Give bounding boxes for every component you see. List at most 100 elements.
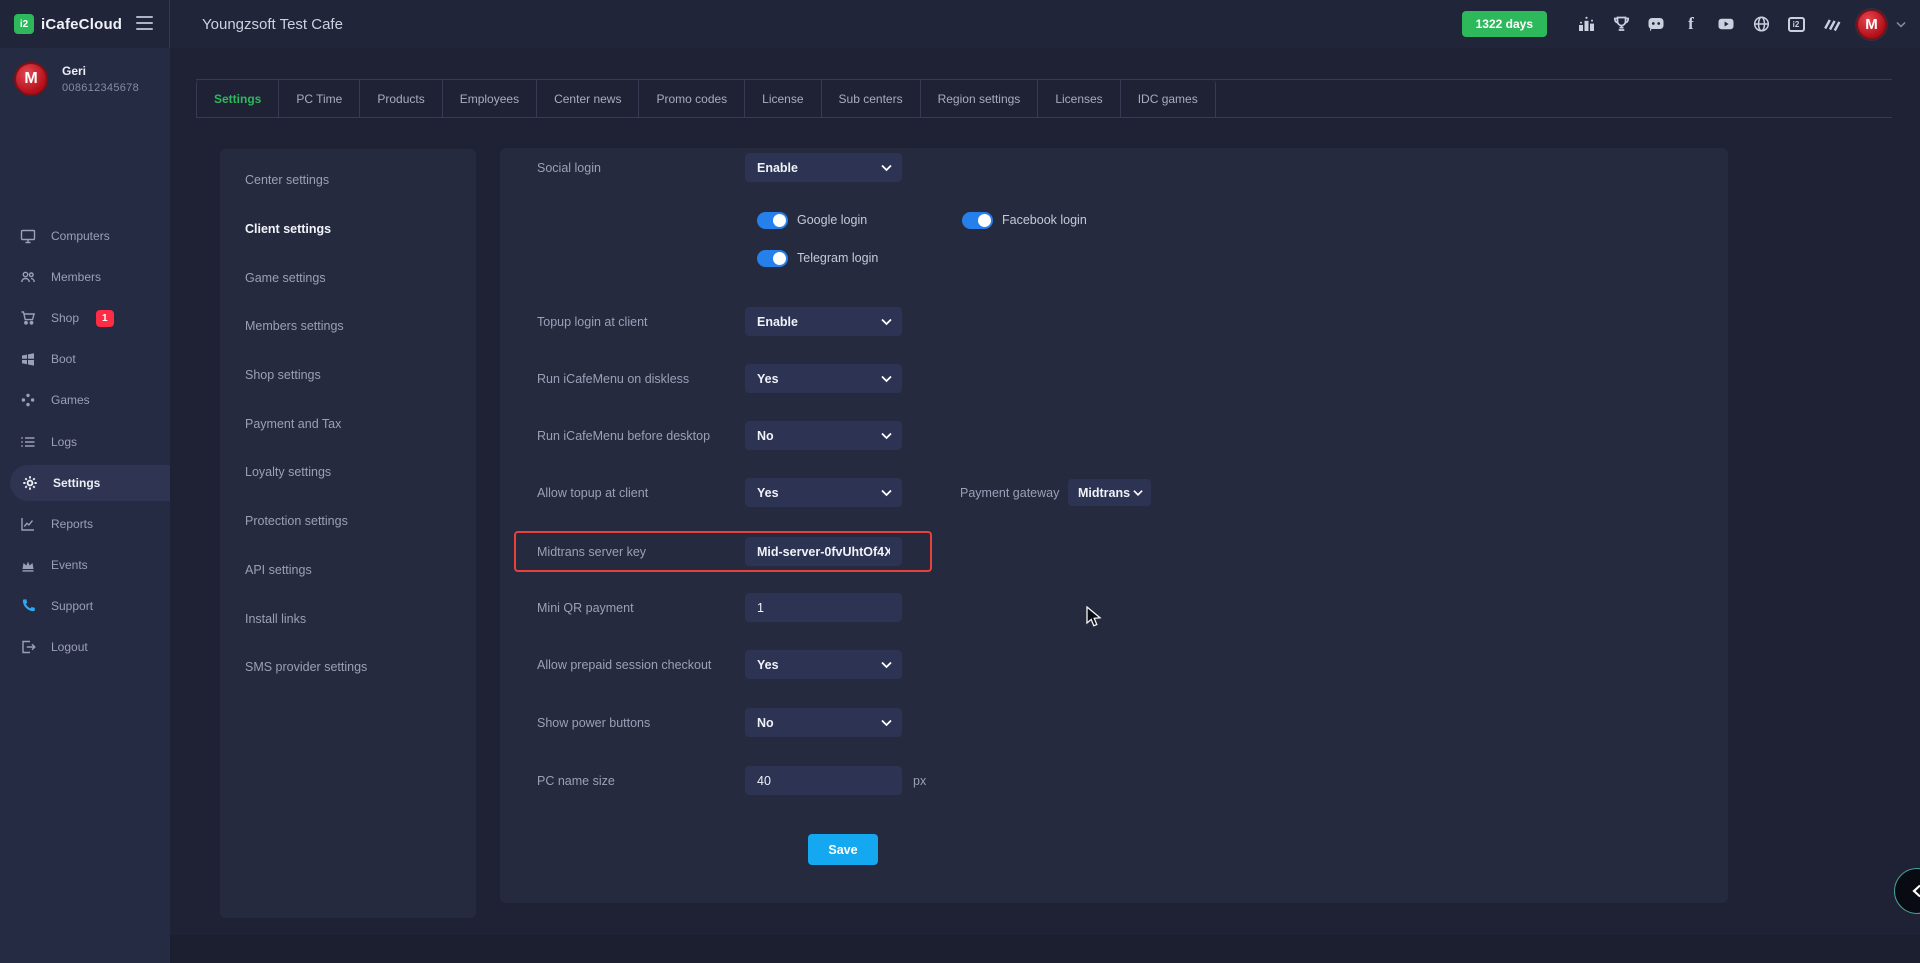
midtrans-server-key-input[interactable] — [745, 537, 902, 566]
submenu-protection-settings[interactable]: Protection settings — [220, 497, 476, 546]
chevron-down-icon — [881, 489, 892, 496]
submenu-shop-settings[interactable]: Shop settings — [220, 351, 476, 400]
cart-icon — [20, 310, 36, 326]
allow-topup-select[interactable]: Yes — [745, 478, 902, 507]
mini-qr-payment-input[interactable] — [745, 593, 902, 622]
chart-icon — [20, 516, 36, 532]
chevron-down-icon — [1133, 489, 1143, 496]
row-topup-login: Topup login at client Enable — [500, 307, 1728, 336]
tab-center-news[interactable]: Center news — [536, 80, 638, 118]
topup-login-select[interactable]: Enable — [745, 307, 902, 336]
globe-icon[interactable] — [1751, 14, 1771, 34]
tab-settings[interactable]: Settings — [196, 80, 278, 118]
tab-idc-games[interactable]: IDC games — [1120, 80, 1216, 118]
chevron-down-icon — [881, 318, 892, 325]
collapse-panel-button[interactable] — [1894, 868, 1920, 914]
sidebar-item-boot[interactable]: Boot — [0, 341, 170, 377]
discord-icon[interactable] — [1646, 14, 1666, 34]
chevron-down-icon — [881, 661, 892, 668]
facebook-login-toggle-row: Facebook login — [962, 206, 1087, 234]
payment-gateway-select[interactable]: Midtrans — [1068, 479, 1151, 506]
sidebar-item-logout[interactable]: Logout — [0, 629, 170, 665]
hamburger-menu-icon[interactable] — [136, 16, 153, 30]
tab-pc-time[interactable]: PC Time — [278, 80, 359, 118]
app: i2 iCafeCloud Youngzsoft Test Cafe 1322 … — [0, 0, 1920, 963]
icafecloud-mini-icon[interactable]: i2 — [1786, 14, 1806, 34]
client-settings-form: Social login Enable Google login Faceboo… — [500, 148, 1728, 903]
brand-name: iCafeCloud — [41, 16, 122, 33]
sidebar-item-games[interactable]: Games — [0, 382, 170, 418]
google-login-toggle[interactable] — [757, 212, 788, 229]
submenu-loyalty-settings[interactable]: Loyalty settings — [220, 448, 476, 497]
telegram-login-toggle-row: Telegram login — [757, 244, 878, 272]
payment-gateway-label: Payment gateway — [960, 486, 1059, 500]
phone-icon — [20, 598, 36, 614]
trophy-icon[interactable] — [1611, 14, 1631, 34]
shop-badge: 1 — [96, 310, 114, 327]
submenu-game-settings[interactable]: Game settings — [220, 253, 476, 302]
sidebar-item-support[interactable]: Support — [0, 588, 170, 624]
tab-sub-centers[interactable]: Sub centers — [821, 80, 920, 118]
row-pc-name-size: PC name size px — [500, 766, 1728, 795]
icafecloud-logo-icon: i2 — [14, 14, 34, 34]
sidebar-user[interactable]: M Geri 008612345678 — [0, 48, 170, 106]
monitor-icon — [20, 228, 36, 244]
crown-icon — [20, 557, 36, 573]
sidebar-item-computers[interactable]: Computers — [0, 218, 170, 254]
submenu-center-settings[interactable]: Center settings — [220, 156, 476, 205]
run-diskless-select[interactable]: Yes — [745, 364, 902, 393]
sidebar-item-settings[interactable]: Settings — [10, 465, 170, 501]
social-login-select[interactable]: Enable — [745, 153, 902, 182]
row-allow-topup: Allow topup at client Yes Payment gatewa… — [500, 478, 1728, 507]
row-mini-qr: Mini QR payment — [500, 593, 1728, 622]
facebook-icon[interactable]: f — [1681, 14, 1701, 34]
submenu-members-settings[interactable]: Members settings — [220, 302, 476, 351]
tab-products[interactable]: Products — [359, 80, 441, 118]
tab-employees[interactable]: Employees — [442, 80, 536, 118]
footer-strip — [170, 935, 1920, 963]
submenu-payment-and-tax[interactable]: Payment and Tax — [220, 399, 476, 448]
ranking-icon[interactable] — [1576, 14, 1596, 34]
user-avatar[interactable]: M — [1856, 9, 1887, 40]
chevron-down-icon — [881, 432, 892, 439]
chevron-down-icon[interactable] — [1896, 15, 1906, 33]
tab-promo-codes[interactable]: Promo codes — [638, 80, 744, 118]
save-button[interactable]: Save — [808, 834, 878, 865]
sidebar: M Geri 008612345678 Computers Members Sh… — [0, 48, 170, 963]
power-buttons-select[interactable]: No — [745, 708, 902, 737]
tab-license[interactable]: License — [744, 80, 820, 118]
run-before-desktop-select[interactable]: No — [745, 421, 902, 450]
tab-region-settings[interactable]: Region settings — [920, 80, 1038, 118]
settings-submenu: Center settings Client settings Game set… — [220, 149, 476, 918]
telegram-login-toggle[interactable] — [757, 250, 788, 267]
pc-name-size-input[interactable] — [745, 766, 902, 795]
submenu-install-links[interactable]: Install links — [220, 594, 476, 643]
chevron-left-icon — [1911, 884, 1920, 898]
google-login-toggle-row: Google login — [757, 206, 867, 234]
sidebar-item-events[interactable]: Events — [0, 547, 170, 583]
gamepad-icon — [20, 392, 36, 408]
sidebar-item-shop[interactable]: Shop 1 — [0, 300, 170, 336]
page-title: Youngzsoft Test Cafe — [202, 0, 343, 48]
prepaid-checkout-select[interactable]: Yes — [745, 650, 902, 679]
chevron-down-icon — [881, 719, 892, 726]
tab-bar: Settings PC Time Products Employees Cent… — [196, 79, 1892, 118]
sidebar-item-members[interactable]: Members — [0, 259, 170, 295]
youtube-icon[interactable] — [1716, 14, 1736, 34]
header: i2 iCafeCloud Youngzsoft Test Cafe 1322 … — [0, 0, 1920, 48]
submenu-api-settings[interactable]: API settings — [220, 546, 476, 595]
license-days-badge[interactable]: 1322 days — [1462, 11, 1547, 37]
row-run-before-desktop: Run iCafeMenu before desktop No — [500, 421, 1728, 450]
layers-icon[interactable] — [1821, 14, 1841, 34]
facebook-login-toggle[interactable] — [962, 212, 993, 229]
chevron-down-icon — [881, 375, 892, 382]
user-phone: 008612345678 — [62, 82, 139, 94]
tab-licenses[interactable]: Licenses — [1037, 80, 1119, 118]
submenu-sms-provider-settings[interactable]: SMS provider settings — [220, 643, 476, 692]
logout-icon — [20, 639, 36, 655]
submenu-client-settings[interactable]: Client settings — [220, 205, 476, 254]
windows-icon — [20, 351, 36, 367]
row-prepaid-checkout: Allow prepaid session checkout Yes — [500, 650, 1728, 679]
sidebar-item-logs[interactable]: Logs — [0, 424, 170, 460]
sidebar-item-reports[interactable]: Reports — [0, 506, 170, 542]
